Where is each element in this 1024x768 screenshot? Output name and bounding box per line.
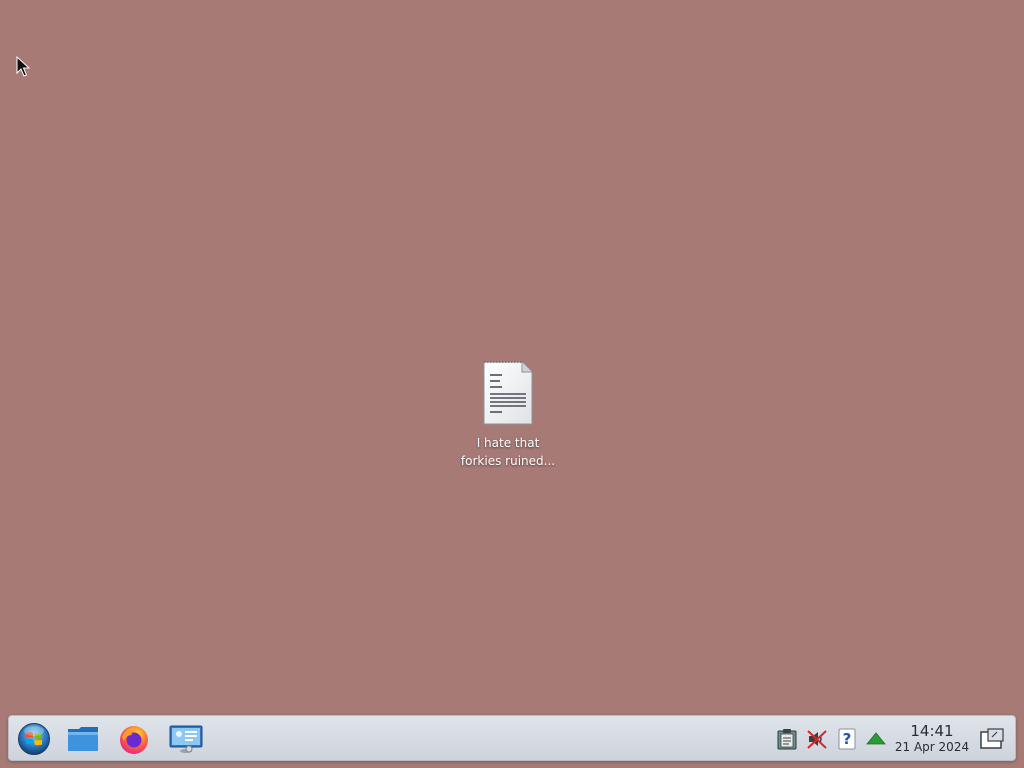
desktop-file-icon[interactable]: I hate that forkies ruined...	[452, 360, 564, 470]
tray-updates[interactable]	[864, 727, 888, 751]
file-manager-button[interactable]	[65, 721, 101, 757]
speaker-muted-icon	[807, 730, 827, 749]
taskbar: ? 14:41 21 Apr 2024	[8, 715, 1016, 761]
desktop-file-label-line2: forkies ruined...	[460, 454, 556, 468]
tray-clipboard[interactable]	[775, 727, 799, 751]
windows-orb-icon	[18, 723, 50, 755]
system-settings-button[interactable]	[168, 721, 204, 757]
mouse-cursor-icon	[16, 56, 30, 77]
text-document-icon	[483, 361, 533, 425]
clipboard-icon	[777, 729, 797, 750]
clock-date: 21 Apr 2024	[894, 740, 970, 754]
show-desktop-icon	[980, 728, 1004, 749]
desktop-file-label: I hate that forkies ruined...	[452, 434, 564, 470]
help-glyph: ?	[842, 730, 852, 748]
firefox-button[interactable]	[116, 721, 152, 757]
tray-volume-muted[interactable]	[805, 727, 829, 751]
show-desktop-button[interactable]	[980, 727, 1004, 751]
arrow-up-icon	[866, 732, 886, 745]
tray-help[interactable]: ?	[835, 727, 859, 751]
control-panel-icon	[169, 725, 203, 753]
clock[interactable]: 14:41 21 Apr 2024	[893, 722, 971, 755]
folder-icon	[68, 727, 98, 751]
start-menu-button[interactable]	[16, 721, 52, 757]
firefox-icon	[120, 726, 148, 754]
desktop-file-label-line1: I hate that	[476, 436, 540, 450]
clock-time: 14:41	[910, 722, 954, 740]
